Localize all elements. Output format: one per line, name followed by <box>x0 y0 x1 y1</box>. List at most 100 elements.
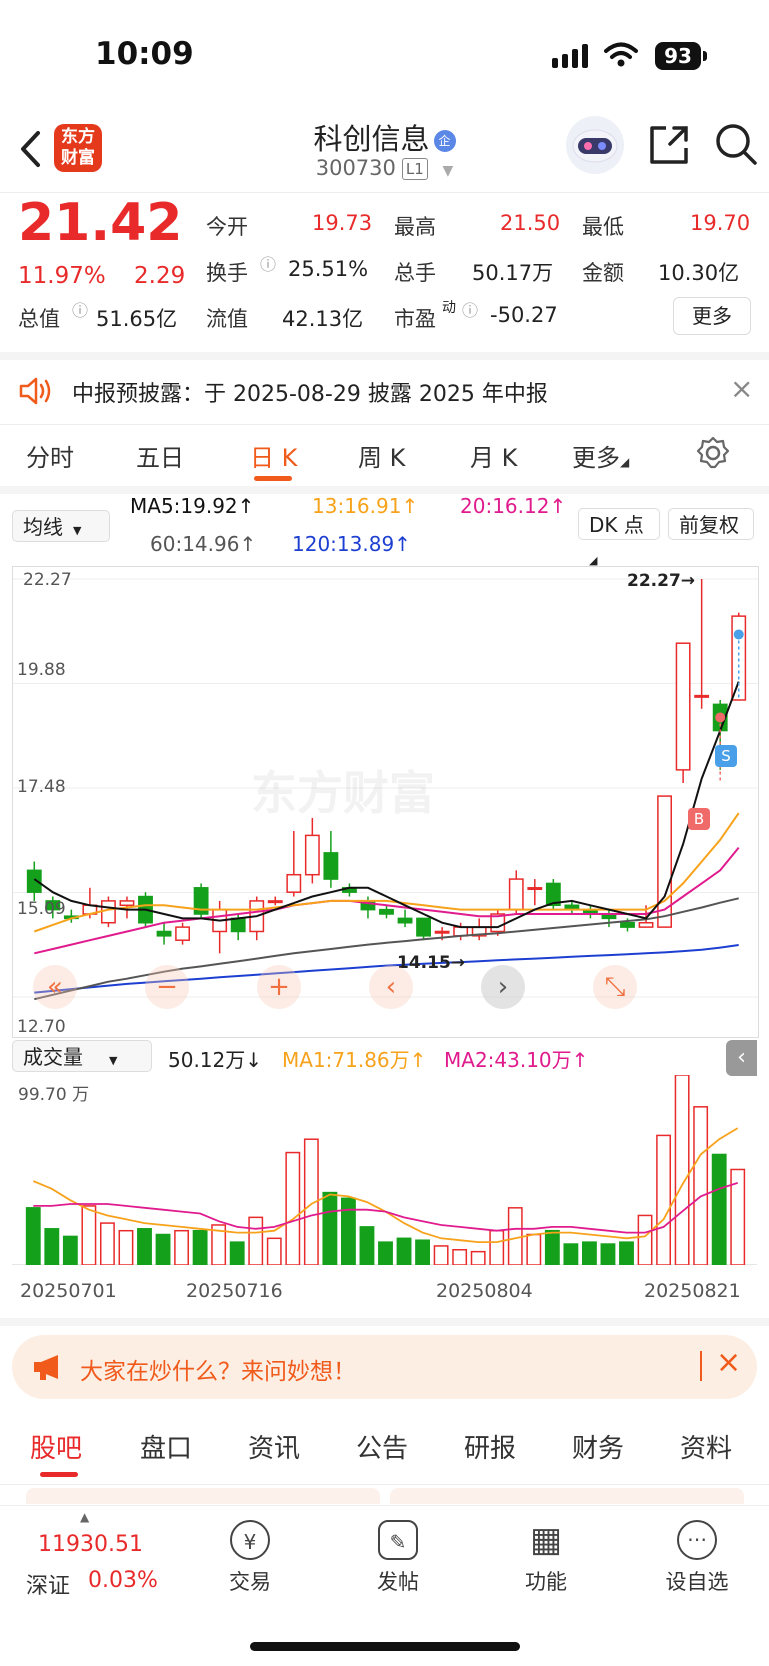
ma60-value: 60:14.96 <box>150 532 240 556</box>
volume-label: 总手 <box>394 261 436 285</box>
tab-profile[interactable]: 资料 <box>680 1428 732 1465</box>
indicator-select-label: 均线 <box>23 515 63 539</box>
signal-icon <box>552 44 588 68</box>
zoom-in-icon[interactable]: + <box>257 965 301 1009</box>
mcap-info-icon[interactable]: ⓘ <box>72 297 88 321</box>
wifi-icon <box>604 42 638 67</box>
tab-research[interactable]: 研报 <box>464 1428 516 1465</box>
candle-body <box>230 917 246 933</box>
volume-bar <box>378 1241 393 1266</box>
index-value[interactable]: 11930.51 <box>38 1532 143 1557</box>
volume-ma1-line <box>32 1127 739 1244</box>
tab-monthly-k[interactable]: 月 K <box>470 438 517 473</box>
date-label-0: 20250701 <box>20 1280 117 1302</box>
candle-body <box>286 873 302 893</box>
sell-marker[interactable]: S <box>715 745 737 767</box>
current-price: 21.42 <box>18 193 183 253</box>
scroll-far-left-icon[interactable]: « <box>33 965 77 1009</box>
ma13-label: 13:16.91↑ <box>312 494 419 518</box>
notice-bar[interactable]: 中报预披露：于 2025-08-29 披露 2025 年中报 × <box>0 352 769 425</box>
tab-order-book[interactable]: 盘口 <box>140 1428 192 1465</box>
scroll-right-icon[interactable]: › <box>481 965 525 1009</box>
volume-bar <box>285 1151 301 1266</box>
dk-point-button[interactable]: DK 点◢ <box>578 508 660 567</box>
tab-weekly-k[interactable]: 周 K <box>358 438 405 473</box>
nav-trade[interactable]: ¥ 交易 <box>212 1520 288 1596</box>
candle-body <box>323 852 339 880</box>
volume-bar <box>711 1153 727 1266</box>
scroll-left-icon[interactable]: ‹ <box>369 965 413 1009</box>
market-cap-value: 51.65亿 <box>96 307 178 331</box>
volume-bar <box>174 1229 190 1266</box>
volume-bar <box>544 1229 560 1266</box>
volume-bar <box>433 1245 449 1266</box>
level-badge: L1 <box>401 158 428 180</box>
tab-financials[interactable]: 财务 <box>572 1428 624 1465</box>
tab-news[interactable]: 资讯 <box>248 1428 300 1465</box>
candle-body <box>453 926 469 937</box>
volume-bar <box>563 1243 579 1266</box>
sell-dot <box>733 629 744 640</box>
nav-add-watchlist[interactable]: ⋯ 设自选 <box>654 1520 740 1596</box>
volume-current-value: 50.12万 <box>168 1048 246 1072</box>
volume-bar <box>62 1235 78 1266</box>
nav-functions[interactable]: ▦ 功能 <box>508 1520 584 1596</box>
stock-header: 东方 财富 科创信息企 300730 L1 ▼ <box>0 110 769 193</box>
tab-more-caret-icon: ◢ <box>620 455 630 469</box>
tab-intraday[interactable]: 分时 <box>26 438 74 473</box>
tab-announcements[interactable]: 公告 <box>356 1428 408 1465</box>
pe-info-icon[interactable]: ⓘ <box>462 297 478 321</box>
collapse-panel-icon[interactable]: ‹ <box>726 1040 757 1076</box>
tab-daily-k[interactable]: 日 K <box>250 438 297 473</box>
status-bar: 10:09 93 <box>0 0 769 110</box>
dropdown-caret-icon: ▼ <box>442 163 454 179</box>
high-value: 21.50 <box>500 211 561 235</box>
tab-five-day[interactable]: 五日 <box>136 438 184 473</box>
nav-post[interactable]: ✎ 发帖 <box>360 1520 436 1596</box>
volume-bar <box>600 1243 616 1266</box>
tab-more[interactable]: 更多◢ <box>572 438 629 473</box>
ma5-label: MA5:19.92↑ <box>130 494 255 518</box>
ma120-value: 120:13.89 <box>292 532 395 556</box>
volume-indicator-select[interactable]: 成交量 ▼ <box>12 1040 152 1072</box>
volume-bar <box>526 1233 542 1266</box>
settings-gear-icon[interactable] <box>696 436 730 470</box>
volume-select-label: 成交量 <box>23 1045 83 1069</box>
candle-body <box>156 930 172 937</box>
volume-bar <box>25 1207 41 1266</box>
kline-chart[interactable]: 22.27 19.88 17.48 15.09 12.70 东方财富 22.27… <box>12 566 759 1038</box>
more-quote-button[interactable]: 更多 <box>673 297 751 335</box>
ma60-label: 60:14.96↑ <box>150 532 257 556</box>
high-label: 最高 <box>394 215 436 239</box>
candle-body <box>620 921 635 928</box>
fullscreen-icon[interactable]: ⤡ <box>593 965 637 1009</box>
volume-bar <box>248 1216 264 1266</box>
y-label-2: 17.48 <box>17 777 66 797</box>
search-icon[interactable] <box>714 122 758 166</box>
volume-bar <box>396 1237 412 1266</box>
stock-code: 300730 <box>315 156 396 180</box>
y-label-4: 12.70 <box>17 1017 66 1037</box>
date-label-1: 20250716 <box>186 1280 283 1302</box>
info-dots-icon[interactable]: ⓘ <box>260 251 276 275</box>
tab-forum[interactable]: 股吧 <box>30 1428 82 1465</box>
close-icon[interactable]: × <box>730 372 753 405</box>
volume-chart[interactable]: 99.70 万 20250701 20250716 20250804 20250… <box>12 1074 757 1302</box>
volume-value: 50.17万 <box>472 261 554 285</box>
ma120-label: 120:13.89↑ <box>292 532 411 556</box>
feed-card-top-right <box>390 1488 744 1504</box>
volume-ma2: MA2:43.10万↑ <box>444 1048 589 1072</box>
indicator-select[interactable]: 均线 ▼ <box>12 510 110 542</box>
robot-assistant-icon[interactable] <box>564 114 626 176</box>
ai-promo-banner[interactable]: 大家在炒什么？来问妙想！ × <box>12 1335 757 1399</box>
volume-bar <box>470 1250 486 1266</box>
date-label-2: 20250804 <box>436 1280 533 1302</box>
min-price-label: 14.15→ <box>397 953 466 973</box>
tab-more-label: 更多 <box>572 444 620 472</box>
zoom-out-icon[interactable]: − <box>145 965 189 1009</box>
promo-close-icon[interactable]: × <box>716 1345 741 1380</box>
share-icon[interactable] <box>648 124 690 166</box>
volume-ma2-value: MA2:43.10万 <box>444 1048 572 1072</box>
buy-marker[interactable]: B <box>688 808 710 830</box>
adjust-price-button[interactable]: 前复权 <box>668 508 754 540</box>
